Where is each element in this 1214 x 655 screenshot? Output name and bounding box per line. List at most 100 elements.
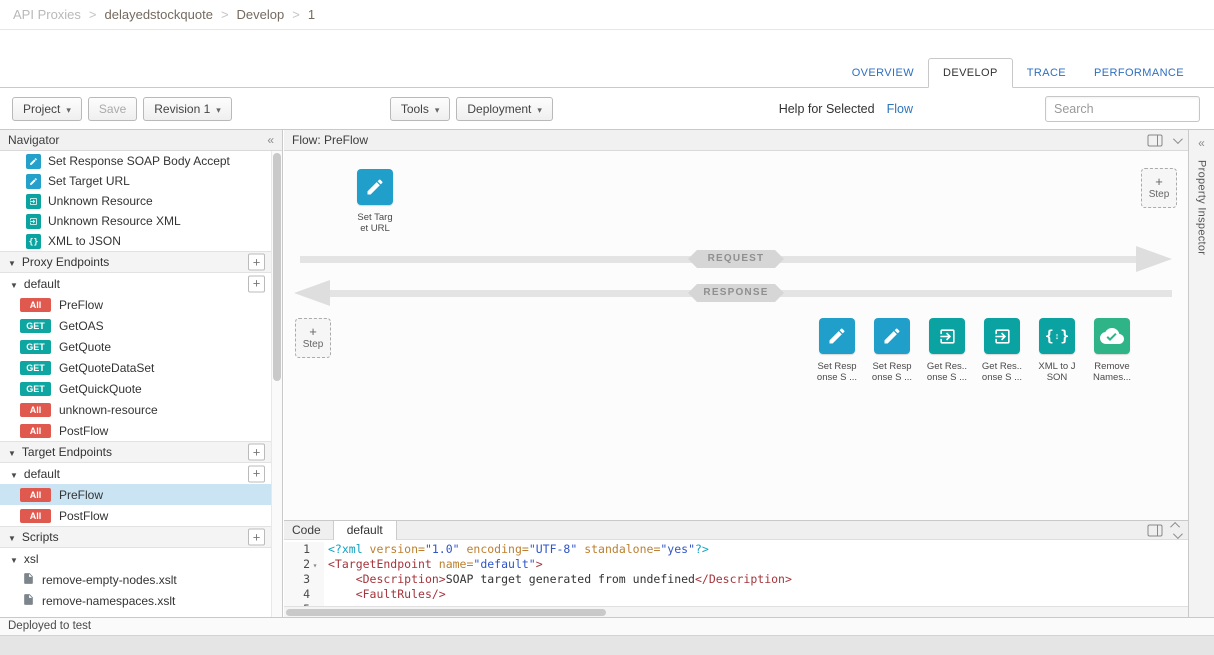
response-label-badge: RESPONSE [688, 284, 784, 302]
deployment-menu-button[interactable]: Deployment [456, 97, 553, 121]
proxy-flow-getquote[interactable]: GET GetQuote [0, 336, 271, 357]
policy-item-xml-to-json[interactable]: {} XML to JSON [0, 231, 271, 251]
target-flow-postflow[interactable]: All PostFlow [0, 505, 271, 526]
add-target-flow-button[interactable] [248, 465, 265, 482]
line-number-gutter: 2 [284, 557, 324, 572]
line-number-gutter: 4 [284, 587, 324, 602]
breadcrumb-item-api-proxies[interactable]: API Proxies [13, 7, 81, 22]
help-flow-link[interactable]: Flow [887, 102, 913, 116]
proxy-flow-getquickquote[interactable]: GET GetQuickQuote [0, 378, 271, 399]
group-target-default[interactable]: default [0, 463, 271, 484]
navigator-panel: Navigator Set Response SOAP Body Accept … [0, 130, 283, 617]
add-conditional-flow-button[interactable] [248, 275, 265, 292]
add-response-step-button[interactable]: + Step [295, 318, 331, 358]
code-header: Code default [284, 521, 1188, 540]
add-proxy-endpoint-button[interactable] [248, 254, 265, 271]
script-file-remove-empty-nodes[interactable]: remove-empty-nodes.xslt [0, 569, 271, 590]
search-input[interactable] [1045, 96, 1200, 122]
property-inspector-strip[interactable]: Property Inspector [1188, 130, 1214, 617]
tab-overview[interactable]: OVERVIEW [838, 59, 928, 87]
policy-label: XML to JSON [48, 234, 121, 248]
group-proxy-default[interactable]: default [0, 273, 271, 294]
flow-step-set-response-1[interactable]: Set Response S ... [810, 318, 864, 383]
help-for-selected-label: Help for Selected [779, 102, 875, 116]
flow-title: Flow: PreFlow [292, 133, 368, 147]
triangle-down-icon[interactable] [10, 467, 18, 481]
proxy-flow-getoas[interactable]: GET GetOAS [0, 315, 271, 336]
collapse-flow-icon[interactable] [1173, 134, 1183, 144]
policy-item-unknown-resource[interactable]: Unknown Resource [0, 191, 271, 211]
expand-property-inspector-icon[interactable] [1198, 136, 1205, 150]
status-bar: Deployed to test [0, 617, 1214, 635]
breadcrumb-item-revision[interactable]: 1 [308, 7, 315, 22]
section-proxy-endpoints[interactable]: Proxy Endpoints [0, 251, 271, 273]
file-label: remove-namespaces.xslt [42, 594, 175, 608]
tab-performance[interactable]: PERFORMANCE [1080, 59, 1198, 87]
pencil-icon [874, 318, 910, 354]
add-target-endpoint-button[interactable] [248, 444, 265, 461]
group-scripts-xsl[interactable]: xsl [0, 548, 271, 569]
flow-label: PreFlow [59, 488, 103, 502]
flow-label: GetQuoteDataSet [59, 361, 154, 375]
revision-label: Revision 1 [154, 102, 210, 116]
proxy-flow-unknown-resource[interactable]: All unknown-resource [0, 399, 271, 420]
policy-item-set-target-url[interactable]: Set Target URL [0, 171, 271, 191]
code-editor[interactable]: 1 <?xml version="1.0" encoding="UTF-8" s… [284, 540, 1188, 606]
step-label: Get Res..onse S ... [982, 361, 1022, 383]
tools-menu-button[interactable]: Tools [390, 97, 451, 121]
group-label: default [24, 277, 60, 291]
pencil-icon [819, 318, 855, 354]
script-file-remove-namespaces[interactable]: remove-namespaces.xslt [0, 590, 271, 611]
flow-step-xml-to-json[interactable]: {↕} XML to JSON [1030, 318, 1084, 383]
triangle-down-icon[interactable] [10, 277, 18, 291]
flow-canvas[interactable]: Set Target URL + Step REQUEST RESPONSE + [284, 151, 1188, 520]
revision-menu-button[interactable]: Revision 1 [143, 97, 232, 121]
flow-step-set-target-url[interactable]: Set Target URL [348, 169, 402, 234]
navigator-tree: Set Response SOAP Body Accept Set Target… [0, 151, 271, 617]
proxy-flow-postflow[interactable]: All PostFlow [0, 420, 271, 441]
triangle-down-icon[interactable] [8, 445, 16, 459]
breadcrumb-item-develop[interactable]: Develop [237, 7, 285, 22]
toolbar: Project Save Revision 1 Tools Deployment… [0, 88, 1214, 130]
flow-step-get-response-1[interactable]: Get Res..onse S ... [920, 318, 974, 383]
flow-step-remove-namespaces[interactable]: RemoveNames... [1085, 318, 1139, 383]
proxy-flow-getquotedataset[interactable]: GET GetQuoteDataSet [0, 357, 271, 378]
arrow-out-icon [929, 318, 965, 354]
pencil-icon [357, 169, 393, 205]
breadcrumb-item-proxy-name[interactable]: delayedstockquote [105, 7, 213, 22]
save-button[interactable]: Save [88, 97, 137, 121]
policy-item-unknown-resource-xml[interactable]: Unknown Resource XML [0, 211, 271, 231]
proxy-flow-preflow[interactable]: All PreFlow [0, 294, 271, 315]
section-target-endpoints[interactable]: Target Endpoints [0, 441, 271, 463]
triangle-down-icon[interactable] [10, 552, 18, 566]
layout-panel-icon[interactable] [1147, 524, 1163, 537]
arrow-out-icon [26, 214, 41, 229]
line-number-gutter: 1 [284, 542, 324, 557]
layout-panel-icon[interactable] [1147, 134, 1163, 147]
navigator-scrollbar[interactable] [271, 151, 282, 617]
tab-trace[interactable]: TRACE [1013, 59, 1080, 87]
target-flow-preflow[interactable]: All PreFlow [0, 484, 271, 505]
flow-step-set-response-2[interactable]: Set Response S ... [865, 318, 919, 383]
add-step-label: Step [303, 339, 324, 350]
add-script-button[interactable] [248, 529, 265, 546]
triangle-down-icon[interactable] [8, 530, 16, 544]
code-panel-title: Code [292, 523, 321, 537]
code-tab-default[interactable]: default [333, 521, 397, 540]
bottom-filler [0, 635, 1214, 655]
flow-step-get-response-2[interactable]: Get Res..onse S ... [975, 318, 1029, 383]
code-panel: Code default 1 <?xml version="1.0" encod… [284, 520, 1188, 617]
add-request-step-button[interactable]: + Step [1141, 168, 1177, 208]
code-text: <FaultRules/> [324, 587, 446, 602]
triangle-down-icon[interactable] [8, 255, 16, 269]
policy-item-set-response-soap-body-accept[interactable]: Set Response SOAP Body Accept [0, 151, 271, 171]
tab-develop[interactable]: DEVELOP [928, 58, 1013, 88]
section-scripts[interactable]: Scripts [0, 526, 271, 548]
code-line: 4 <FaultRules/> [284, 587, 1188, 602]
scrollbar-thumb[interactable] [273, 153, 281, 381]
project-menu-button[interactable]: Project [12, 97, 82, 121]
collapse-navigator-icon[interactable] [267, 133, 274, 147]
scrollbar-thumb[interactable] [286, 609, 606, 616]
code-horizontal-scrollbar[interactable] [284, 606, 1188, 617]
fold-icon[interactable] [310, 557, 320, 573]
